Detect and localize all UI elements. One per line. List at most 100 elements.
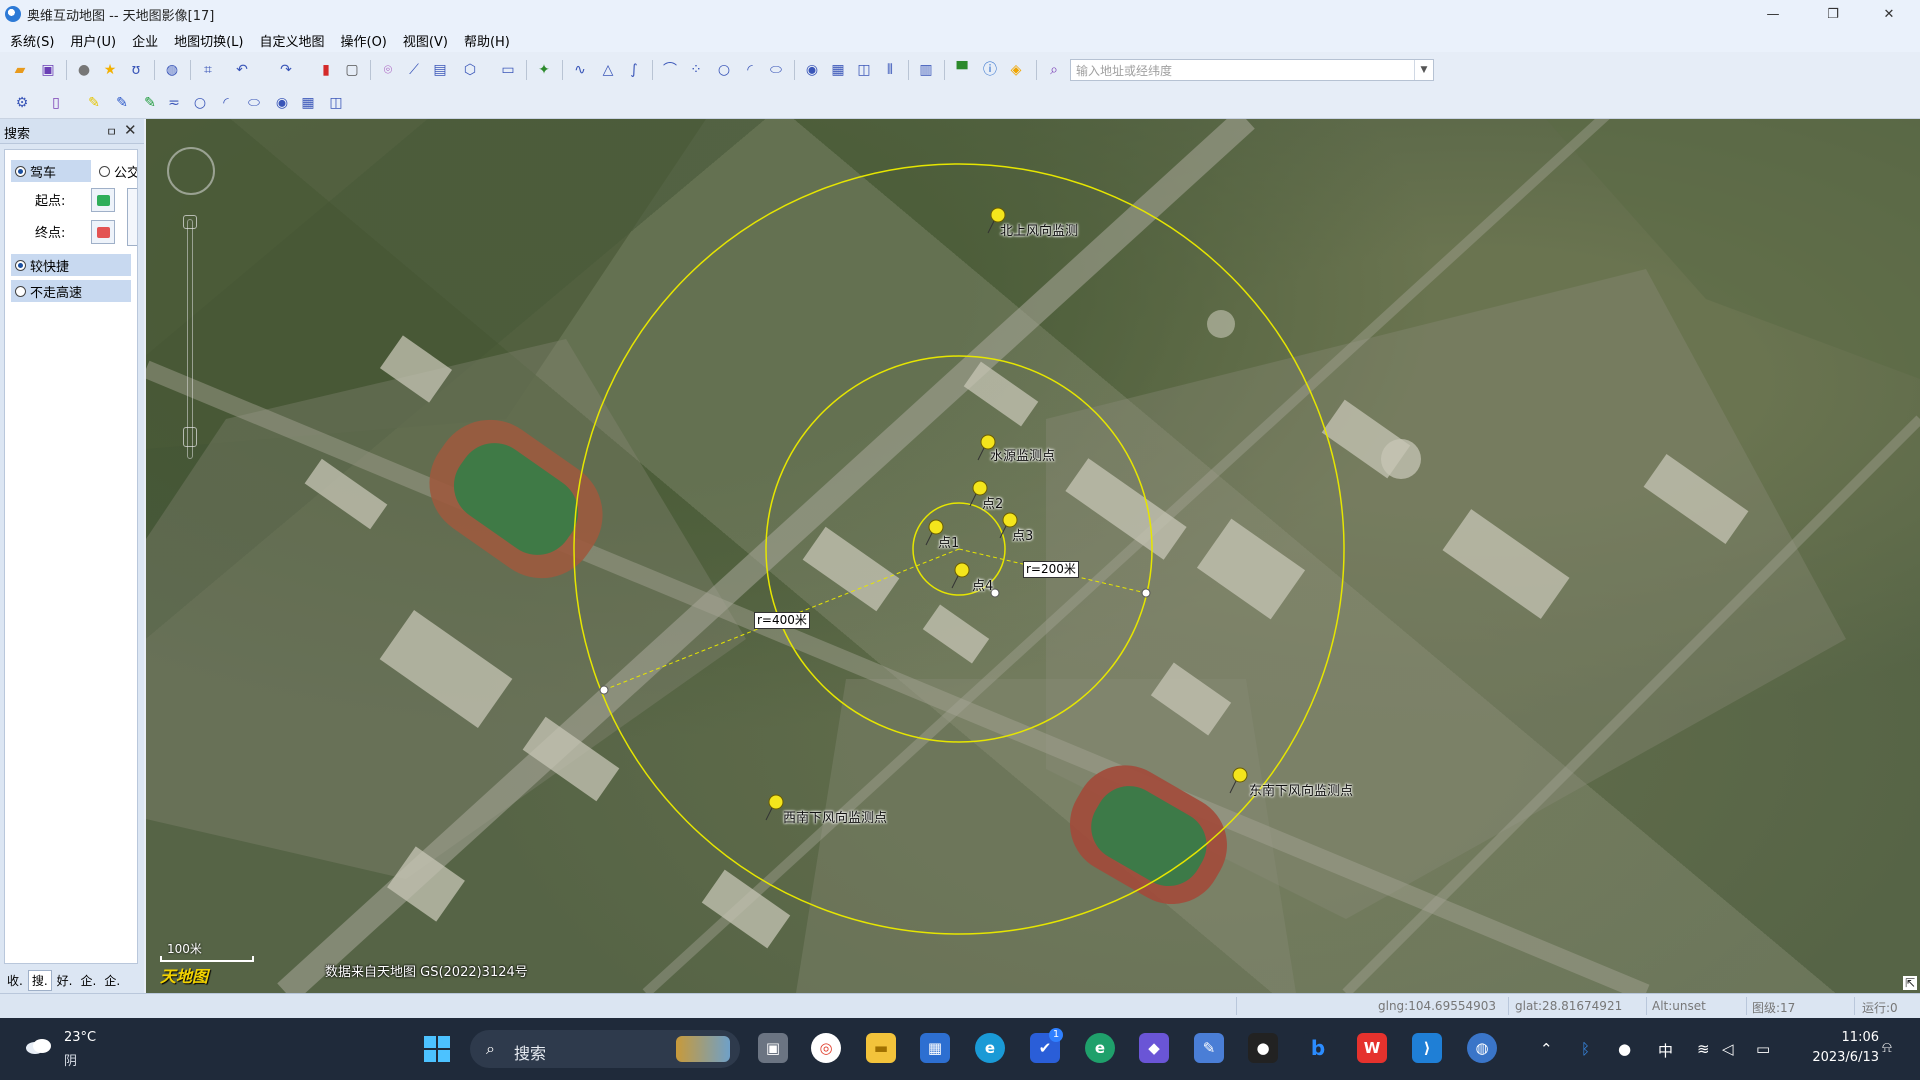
route-no-highway-radio[interactable]: 不走高速 — [11, 280, 131, 302]
wifi-icon[interactable]: ≋ — [1697, 1040, 1710, 1058]
marker-label-p2[interactable]: 点2 — [982, 493, 1003, 512]
end-point-button[interactable] — [91, 220, 115, 244]
camera-icon[interactable]: ▭ — [498, 60, 518, 80]
columns-icon[interactable]: ⫴ — [880, 60, 900, 80]
wps-office-icon[interactable]: W — [1357, 1033, 1387, 1063]
crop-icon[interactable]: ⌗ — [198, 60, 218, 80]
draw-circle-icon[interactable]: ○ — [190, 93, 210, 113]
menu-enterprise[interactable]: 企业 — [132, 31, 158, 50]
start-point-button[interactable] — [91, 188, 115, 212]
mode-drive-radio[interactable]: 驾车 — [11, 160, 91, 182]
arc-line-icon[interactable]: ⌒ — [660, 60, 680, 80]
weather-temperature[interactable]: 23°C — [64, 1030, 96, 1045]
ime-indicator[interactable]: 中 — [1658, 1040, 1673, 1061]
bing-icon[interactable]: b — [1303, 1033, 1333, 1063]
road-line-icon[interactable]: ≂ — [164, 93, 184, 113]
chat-icon[interactable]: ▀ — [952, 60, 972, 80]
save-icon[interactable]: ▣ — [38, 60, 58, 80]
tab-search[interactable]: 搜. — [27, 969, 52, 991]
file-explorer-icon[interactable]: ▬ — [866, 1033, 896, 1063]
tab-enterprise-1[interactable]: 企. — [77, 971, 99, 990]
chrome-icon[interactable]: ◎ — [811, 1033, 841, 1063]
clock-time[interactable]: 11:06 — [1829, 1030, 1879, 1045]
filled-circle-icon[interactable]: ◉ — [802, 60, 822, 80]
minimize-button[interactable]: — — [1750, 0, 1796, 28]
pin-add-icon[interactable]: ✦ — [534, 60, 554, 80]
task-view-icon[interactable]: ▣ — [758, 1033, 788, 1063]
notification-bell-icon[interactable]: ⍾ — [1882, 1038, 1892, 1056]
microsoft-store-icon[interactable]: ▦ — [920, 1033, 950, 1063]
marker-label-water[interactable]: 水源监测点 — [990, 445, 1055, 464]
edge-icon[interactable]: e — [975, 1033, 1005, 1063]
draw-polygon-icon[interactable]: ◫ — [326, 93, 346, 113]
delete-icon[interactable]: ▮ — [316, 60, 336, 80]
info-icon[interactable]: ⓘ — [980, 60, 1000, 80]
polygon-3d-icon[interactable]: ⬡ — [460, 60, 480, 80]
tab-collection[interactable]: 收. — [4, 971, 26, 990]
show-hidden-icons-chevron-up-icon[interactable]: ⌃ — [1540, 1040, 1553, 1058]
search-icon[interactable]: ⌕ — [1044, 60, 1064, 80]
users-icon[interactable]: ● — [74, 60, 94, 80]
taskbar-search-box[interactable]: ⌕ 搜索 — [470, 1030, 740, 1068]
redo-icon[interactable]: ↷ — [276, 60, 296, 80]
tab-enterprise-2[interactable]: 企. — [101, 971, 123, 990]
pin-panel-icon[interactable]: ㅁ — [106, 123, 117, 140]
menu-custom-map[interactable]: 自定义地图 — [259, 31, 324, 50]
polyline-icon[interactable]: ∿ — [570, 60, 590, 80]
marker-label-southwest[interactable]: 西南下风向监测点 — [783, 807, 887, 826]
filled-rect-icon[interactable]: ▦ — [828, 60, 848, 80]
windows-start-icon[interactable] — [424, 1036, 450, 1062]
open-folder-icon[interactable]: ▰ — [10, 60, 30, 80]
menu-system[interactable]: 系统(S) — [10, 31, 54, 50]
zoom-slider-knob[interactable] — [183, 215, 197, 229]
ellipse-icon[interactable]: ⬭ — [766, 60, 786, 80]
menu-help[interactable]: 帮助(H) — [464, 31, 510, 50]
arc-icon[interactable]: ◜ — [740, 60, 760, 80]
location-pin-icon[interactable]: ⌾ — [378, 60, 398, 80]
draw-filled-rect-icon[interactable]: ▦ — [298, 93, 318, 113]
points-icon[interactable]: ⁘ — [686, 60, 706, 80]
marker-label-north[interactable]: 北上风向监测 — [1000, 220, 1078, 239]
restore-button[interactable]: ❐ — [1810, 0, 1856, 28]
marker-label-p1[interactable]: 点1 — [938, 532, 959, 551]
notepad-icon[interactable]: ✎ — [1194, 1033, 1224, 1063]
clock-date[interactable]: 2023/6/13 — [1794, 1050, 1879, 1065]
bluetooth-icon[interactable]: ᛒ — [1581, 1040, 1590, 1058]
vip-gem-icon[interactable]: ◈ — [1006, 60, 1026, 80]
globe-icon[interactable]: ◍ — [162, 60, 182, 80]
menu-user[interactable]: 用户(U) — [70, 31, 116, 50]
battery-icon[interactable]: ▭ — [1756, 1040, 1770, 1058]
qq-penguin-icon[interactable]: ● — [1248, 1033, 1278, 1063]
menu-operation[interactable]: 操作(O) — [341, 31, 387, 50]
draw-filled-circle-icon[interactable]: ◉ — [272, 93, 292, 113]
marker-label-southeast[interactable]: 东南下风向监测点 — [1249, 780, 1353, 799]
route-fast-radio[interactable]: 较快捷 — [11, 254, 131, 276]
triangle-icon[interactable]: △ — [598, 60, 618, 80]
close-panel-icon[interactable]: ✕ — [124, 121, 137, 139]
menu-view[interactable]: 视图(V) — [403, 31, 448, 50]
undo-icon[interactable]: ↶ — [232, 60, 252, 80]
address-search-input[interactable] — [1074, 61, 1408, 81]
yellow-pin-icon[interactable]: ✎ — [84, 93, 104, 113]
blue-pin-icon[interactable]: ✎ — [112, 93, 132, 113]
circle-icon[interactable]: ○ — [714, 60, 734, 80]
qq-tray-icon[interactable]: ● — [1618, 1040, 1631, 1058]
tab-friends[interactable]: 好. — [54, 971, 76, 990]
volume-icon[interactable]: ◁ — [1722, 1040, 1734, 1058]
cloudy-weather-icon[interactable] — [24, 1036, 54, 1056]
swap-points-button[interactable] — [127, 188, 137, 246]
ovital-map-icon[interactable]: ◍ — [1467, 1033, 1497, 1063]
marker-label-p3[interactable]: 点3 — [1012, 525, 1033, 544]
ruler-icon[interactable]: ⟋ — [404, 60, 424, 80]
curve-icon[interactable]: ∫ — [624, 60, 644, 80]
settings-gear-icon[interactable]: ⚙ — [12, 93, 32, 113]
copilot-icon[interactable]: ◆ — [1139, 1033, 1169, 1063]
draw-arc-icon[interactable]: ◜ — [216, 93, 236, 113]
route-icon[interactable]: ʊ — [126, 60, 146, 80]
draw-ellipse-icon[interactable]: ⬭ — [244, 93, 264, 113]
document-icon[interactable]: ▯ — [46, 93, 66, 113]
compass-ring[interactable] — [167, 147, 215, 195]
edge-dev-icon[interactable]: e — [1085, 1033, 1115, 1063]
select-box-icon[interactable]: ▢ — [342, 60, 362, 80]
zoom-slider-end[interactable] — [183, 427, 197, 447]
